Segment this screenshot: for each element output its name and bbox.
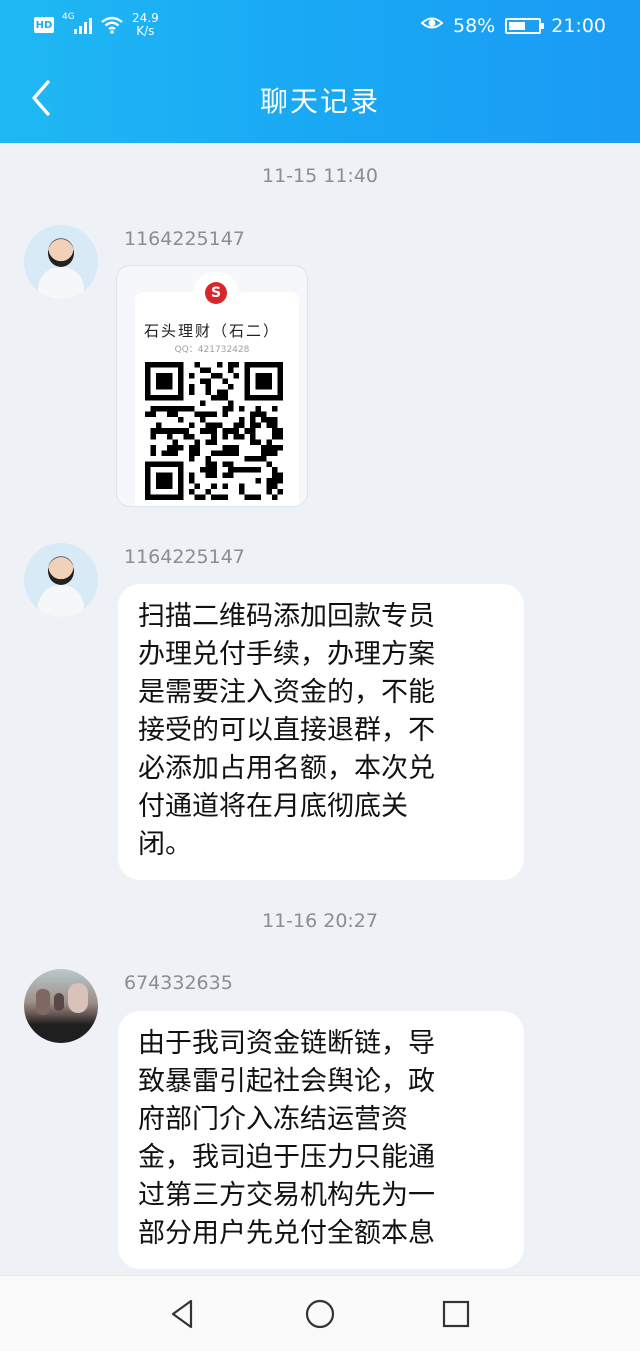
hd-indicator: HD [34, 17, 54, 33]
message-bubble[interactable]: 扫描二维码添加回款专员 办理兑付手续，办理方案 是需要注入资金的，不能 接受的可… [118, 584, 524, 880]
network-speed: 24.9 K/s [132, 11, 159, 38]
qr-card-name: 石头理财（石二） [143, 322, 280, 340]
status-bar: HD 4G 24.9 K/s 58% 21:00 [0, 0, 640, 56]
page-title: 聊天记录 [259, 85, 380, 118]
circle-home-icon[interactable] [302, 1296, 338, 1332]
timestamp: 11-15 11:40 [261, 165, 378, 187]
sender-id: 1164225147 [124, 546, 245, 568]
qr-code [145, 362, 283, 500]
timestamp: 11-16 20:27 [261, 910, 378, 932]
battery-percent: 58% [453, 14, 496, 37]
system-navigation-bar [0, 1275, 640, 1351]
message-bubble[interactable]: 由于我司资金链断链，导 致暴雷引起社会舆论，政 府部门介入冻结运营资 金，我司迫… [118, 1011, 524, 1269]
network-type-label: 4G [62, 12, 75, 22]
avatar[interactable] [24, 969, 98, 1043]
header: HD 4G 24.9 K/s 58% 21:00 聊天记录 [0, 0, 640, 143]
sender-id: 674332635 [124, 972, 233, 994]
cellular-signal-icon: 4G [62, 12, 92, 34]
qr-code-image-message[interactable]: S 石头理财（石二） QQ：421732428 [116, 265, 308, 507]
avatar[interactable] [24, 543, 98, 617]
qr-card-qq: QQ：421732428 [174, 345, 250, 355]
chat-history[interactable]: 11-15 11:40 1164225147 S 石头理财（石二） QQ：421… [0, 143, 640, 1275]
eye-comfort-icon [420, 14, 444, 37]
square-recents-icon[interactable] [438, 1296, 474, 1332]
brand-logo-icon: S [205, 282, 227, 304]
avatar[interactable] [24, 225, 98, 299]
title-bar: 聊天记录 [0, 58, 640, 142]
sender-id: 1164225147 [124, 228, 245, 250]
triangle-back-icon[interactable] [165, 1296, 201, 1332]
battery-icon [505, 17, 545, 34]
wifi-icon [100, 16, 124, 34]
clock: 21:00 [551, 14, 606, 37]
